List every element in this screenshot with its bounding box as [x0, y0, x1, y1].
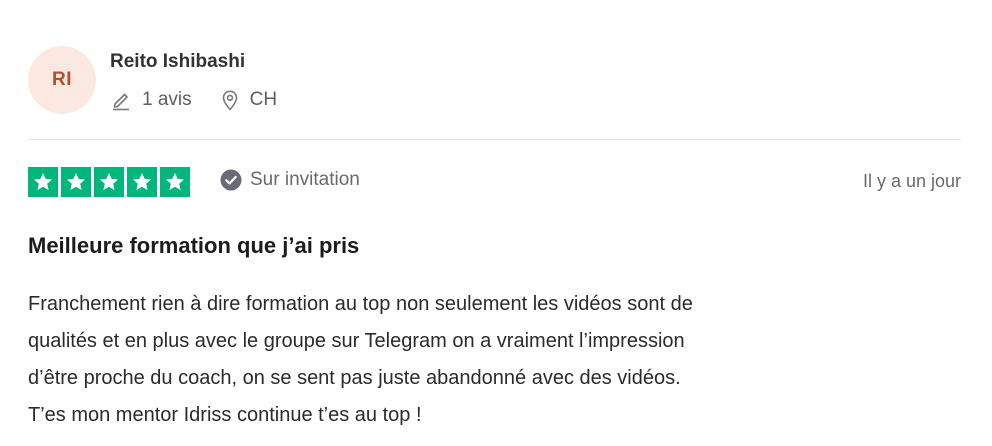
divider — [28, 139, 961, 140]
review-body-line: qualités et en plus avec le groupe sur T… — [28, 330, 685, 352]
star-icon — [160, 167, 190, 197]
star-icon — [61, 167, 91, 197]
reviewer-header: RI Reito Ishibashi 1 avis CH — [28, 44, 961, 116]
star-icon — [28, 167, 58, 197]
star-rating — [28, 167, 190, 197]
star-icon — [94, 167, 124, 197]
review-card: RI Reito Ishibashi 1 avis CH Sur invitat… — [28, 0, 961, 446]
review-body: Franchement rien à dire formation au top… — [28, 286, 961, 434]
review-date: Il y a un jour — [862, 171, 961, 191]
review-count: 1 avis — [110, 89, 192, 111]
pencil-icon — [113, 93, 129, 111]
review-count-label: 1 avis — [142, 89, 192, 110]
rating-row: Sur invitation Il y a un jour — [28, 167, 961, 197]
avatar-initials: RI — [52, 69, 72, 90]
star-icon — [127, 167, 157, 197]
country-label: CH — [249, 89, 278, 110]
invitation-label: Sur invitation — [250, 169, 360, 190]
location-pin-icon — [222, 90, 237, 111]
review-title[interactable]: Meilleure formation que j’ai pris — [28, 233, 359, 259]
avatar[interactable]: RI — [28, 46, 96, 114]
check-circle-icon — [220, 169, 242, 191]
invitation-badge[interactable]: Sur invitation — [220, 169, 360, 191]
reviewer-country: CH — [220, 89, 277, 111]
reviewer-meta: 1 avis CH — [110, 88, 305, 112]
review-body-line: d’être proche du coach, on se sent pas j… — [28, 367, 681, 389]
review-body-line: T’es mon mentor Idriss continue t’es au … — [28, 404, 422, 426]
review-body-line: Franchement rien à dire formation au top… — [28, 293, 693, 315]
reviewer-name[interactable]: Reito Ishibashi — [110, 51, 245, 73]
